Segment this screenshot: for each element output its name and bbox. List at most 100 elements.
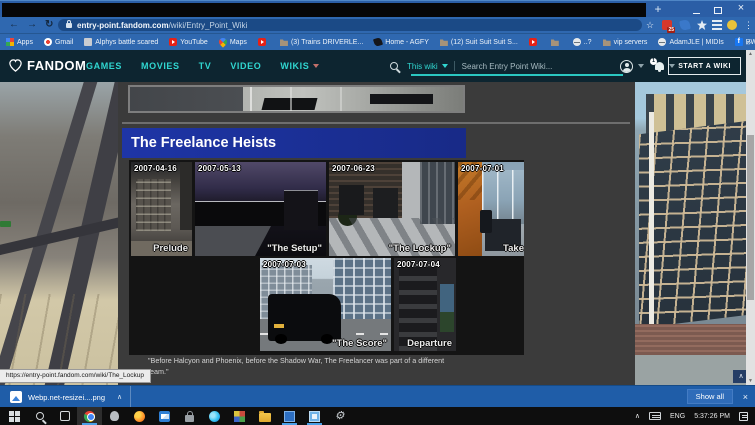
new-tab-button[interactable]: + bbox=[651, 2, 665, 17]
browser-titlebar: + × bbox=[0, 0, 755, 18]
tray-expand-icon[interactable]: ∧ bbox=[635, 412, 640, 420]
article-image-partial[interactable] bbox=[128, 85, 465, 113]
user-avatar-icon[interactable] bbox=[620, 59, 633, 73]
heist-date: 2007-04-16 bbox=[134, 164, 177, 173]
bookmark-item[interactable]: (3) Trains DRIVERLE... bbox=[279, 38, 363, 46]
address-bar[interactable]: entry-point.fandom.com /wiki/Entry_Point… bbox=[58, 19, 642, 31]
close-window-button[interactable]: × bbox=[731, 1, 751, 18]
search-icon[interactable] bbox=[390, 62, 398, 70]
menu-icon[interactable]: ⋮ bbox=[744, 17, 753, 33]
taskbar-window-app-2-button[interactable] bbox=[302, 407, 327, 425]
page-scrollbar[interactable]: ▲ ▼ bbox=[746, 50, 755, 385]
lightbulb-icon bbox=[110, 411, 119, 421]
heist-label: Take bbox=[503, 243, 524, 254]
taskbar-mail-button[interactable] bbox=[152, 407, 177, 425]
nav-tv[interactable]: TV bbox=[199, 61, 212, 71]
start-a-wiki-button[interactable]: START A WIKI bbox=[668, 57, 741, 75]
notifications-bell-icon[interactable]: 1 bbox=[650, 58, 664, 70]
forward-button[interactable]: → bbox=[27, 17, 37, 33]
bookmark-item[interactable]: Home - AGFY bbox=[373, 36, 429, 48]
lore-quote: "Before Halcyon and Phoenix, before the … bbox=[148, 356, 445, 376]
tab-strip-redacted[interactable] bbox=[2, 3, 646, 18]
heist-card-the-lockup[interactable]: 2007-06-23 "The Lockup" bbox=[329, 162, 455, 256]
image-file-icon bbox=[10, 391, 22, 403]
language-indicator[interactable]: ENG bbox=[670, 413, 685, 420]
search-input[interactable]: Search Entry Point Wiki... bbox=[462, 62, 553, 71]
download-item[interactable]: Webp.net-resizei....png ∧ bbox=[10, 386, 122, 408]
heist-card-take[interactable]: 2007-07-01 Take bbox=[458, 162, 524, 256]
download-expand-icon[interactable]: ∧ bbox=[117, 393, 122, 401]
bookmark-label: AdamJLE | MIDIs bbox=[669, 38, 724, 46]
nav-video[interactable]: VIDEO bbox=[230, 61, 261, 71]
maximize-button[interactable] bbox=[708, 1, 728, 18]
apps-grid-icon bbox=[6, 38, 14, 46]
youtube-icon bbox=[169, 38, 178, 46]
heist-card-departure[interactable]: 2007-07-04 Departure bbox=[394, 258, 456, 351]
bookmark-item[interactable]: (12) Suit Suit Suit S... bbox=[439, 38, 518, 46]
bookmark-item[interactable]: vip servers bbox=[602, 38, 647, 46]
nav-movies[interactable]: MOVIES bbox=[141, 61, 180, 71]
background-scene-right bbox=[635, 82, 746, 385]
task-view-icon bbox=[59, 411, 70, 421]
taskbar-start-button[interactable] bbox=[2, 407, 27, 425]
bookmarks-overflow-icon[interactable]: » bbox=[746, 34, 751, 50]
bookmark-item[interactable]: AdamJLE | MIDIs bbox=[658, 38, 724, 46]
notification-badge: 1 bbox=[650, 58, 657, 65]
bookmark-item[interactable]: PW bbox=[734, 38, 755, 46]
heist-card-prelude[interactable]: 2007-04-16 Prelude bbox=[131, 162, 192, 256]
bookmark-item[interactable]: Maps bbox=[217, 36, 247, 48]
brush-icon bbox=[373, 36, 384, 48]
taskbar-file-explorer-button[interactable] bbox=[252, 407, 277, 425]
heist-card-the-setup[interactable]: 2007-05-13 "The Setup" bbox=[195, 162, 326, 256]
list-extension-icon[interactable] bbox=[712, 20, 722, 30]
pen-extension-icon[interactable] bbox=[679, 19, 691, 31]
scrollbar-thumb[interactable] bbox=[747, 135, 754, 300]
bookmark-item[interactable]: YouTube bbox=[169, 38, 208, 46]
reload-button[interactable]: ↻ bbox=[45, 17, 53, 33]
nav-wikis[interactable]: WIKIS bbox=[280, 61, 320, 71]
bookmark-item[interactable]: Apps bbox=[6, 38, 33, 46]
touch-keyboard-icon[interactable] bbox=[649, 412, 662, 420]
taskbar-lock-app-button[interactable] bbox=[177, 407, 202, 425]
bookmark-item[interactable]: ..? bbox=[572, 38, 592, 46]
bookmark-star-icon[interactable]: ☆ bbox=[646, 17, 654, 33]
heist-card-the-score[interactable]: 2007-07-03 "The Score" bbox=[260, 258, 391, 351]
chevron-down-icon[interactable] bbox=[638, 64, 644, 68]
taskbar-firefox-button[interactable] bbox=[127, 407, 152, 425]
taskbar-window-app-1-button[interactable] bbox=[277, 407, 302, 425]
taskbar-lightbulb-button[interactable] bbox=[102, 407, 127, 425]
gmail-icon bbox=[43, 38, 52, 46]
chevron-down-icon bbox=[313, 64, 320, 68]
taskbar-search-button[interactable] bbox=[27, 407, 52, 425]
clock[interactable]: 5:37:26 PM bbox=[694, 413, 730, 420]
taskbar-chrome-button[interactable] bbox=[77, 407, 102, 425]
nav-games[interactable]: GAMES bbox=[86, 61, 122, 71]
bookmark-item[interactable] bbox=[257, 38, 269, 46]
download-shelf: Webp.net-resizei....png ∧ Show all × bbox=[0, 385, 755, 408]
bookmark-item[interactable]: Alphys battle scared bbox=[84, 38, 158, 46]
youtube-icon bbox=[257, 38, 266, 46]
adblock-extension-icon[interactable]: 25 bbox=[662, 20, 675, 33]
scrollbar-up-icon[interactable]: ▲ bbox=[746, 50, 755, 58]
bookmark-item[interactable] bbox=[528, 38, 540, 46]
taskbar-task-view-button[interactable] bbox=[52, 407, 77, 425]
notification-center-icon[interactable] bbox=[739, 411, 748, 421]
chrome-icon bbox=[84, 410, 95, 422]
youtube-icon bbox=[528, 38, 537, 46]
profile-avatar-icon[interactable] bbox=[727, 20, 737, 30]
show-all-downloads-button[interactable]: Show all bbox=[686, 389, 733, 404]
bookmark-label: (12) Suit Suit Suit S... bbox=[450, 38, 518, 46]
search-scope-dropdown[interactable]: This wiki bbox=[407, 62, 438, 71]
taskbar-settings-button[interactable]: ⚙ bbox=[327, 407, 352, 425]
star-extension-icon[interactable] bbox=[697, 20, 707, 30]
back-button[interactable]: ← bbox=[9, 17, 19, 33]
bookmark-item[interactable]: Gmail bbox=[43, 38, 73, 46]
close-shelf-icon[interactable]: × bbox=[743, 386, 748, 408]
scrollbar-down-icon[interactable]: ▼ bbox=[746, 377, 755, 385]
taskbar-colorful-app-button[interactable] bbox=[227, 407, 252, 425]
taskbar-edge-button[interactable] bbox=[202, 407, 227, 425]
fandom-logo[interactable]: FANDOM bbox=[8, 58, 86, 73]
bookmark-item[interactable] bbox=[550, 38, 562, 46]
minimize-button[interactable] bbox=[686, 1, 706, 18]
facebook-icon bbox=[734, 38, 743, 46]
